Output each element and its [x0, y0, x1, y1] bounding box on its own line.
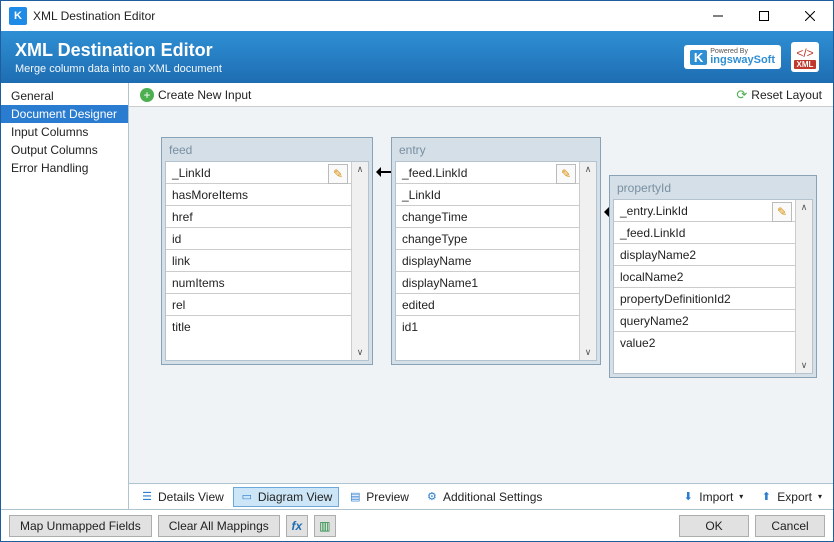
preview-icon: ▤ [348, 490, 362, 504]
scrollbar[interactable]: ∧∨ [795, 200, 812, 373]
scroll-up-icon[interactable]: ∧ [355, 162, 366, 177]
diagram-icon: ▭ [240, 490, 254, 504]
sidebar-item-error-handling[interactable]: Error Handling [1, 159, 128, 177]
additional-settings-button[interactable]: ⚙Additional Settings [418, 487, 549, 507]
export-button[interactable]: ⬆Export▾ [752, 487, 829, 507]
diagram-canvas[interactable]: feed ✎ _LinkId hasMoreItems href id link… [129, 107, 833, 483]
import-button[interactable]: ⬇Import▾ [674, 487, 750, 507]
field-row[interactable]: title [166, 316, 351, 338]
field-row[interactable]: hasMoreItems [166, 184, 351, 206]
clear-all-mappings-button[interactable]: Clear All Mappings [158, 515, 280, 537]
gear-icon: ⚙ [425, 490, 439, 504]
map-unmapped-fields-button[interactable]: Map Unmapped Fields [9, 515, 152, 537]
title-bar: K XML Destination Editor [1, 1, 833, 31]
create-new-input-button[interactable]: + Create New Input [133, 85, 258, 105]
field-row[interactable]: _feed.LinkId [396, 162, 579, 184]
columns-icon: ▥ [319, 519, 330, 533]
xml-icon: </> XML [791, 42, 819, 72]
field-row[interactable]: queryName2 [614, 310, 795, 332]
field-row[interactable]: numItems [166, 272, 351, 294]
field-row[interactable]: href [166, 206, 351, 228]
field-row[interactable]: id1 [396, 316, 579, 338]
content-toolbar: + Create New Input ⟳ Reset Layout [129, 83, 833, 107]
header-banner: XML Destination Editor Merge column data… [1, 31, 833, 83]
sidebar-item-general[interactable]: General [1, 87, 128, 105]
node-propertyid[interactable]: propertyId ✎ _entry.LinkId _feed.LinkId … [609, 175, 817, 378]
columns-tool-button[interactable]: ▥ [314, 515, 336, 537]
banner-subtitle: Merge column data into an XML document [15, 63, 684, 75]
window-title: XML Destination Editor [33, 9, 695, 23]
sidebar: General Document Designer Input Columns … [1, 83, 129, 509]
edit-node-button[interactable]: ✎ [328, 164, 348, 184]
ok-button[interactable]: OK [679, 515, 749, 537]
field-row[interactable]: value2 [614, 332, 795, 354]
banner-title: XML Destination Editor [15, 40, 684, 61]
export-icon: ⬆ [759, 490, 773, 504]
list-icon: ☰ [140, 490, 154, 504]
field-row[interactable]: changeTime [396, 206, 579, 228]
field-row[interactable]: displayName1 [396, 272, 579, 294]
field-row[interactable]: _LinkId [166, 162, 351, 184]
field-row[interactable]: _entry.LinkId [614, 200, 795, 222]
sidebar-item-input-columns[interactable]: Input Columns [1, 123, 128, 141]
field-row[interactable]: changeType [396, 228, 579, 250]
fx-icon: fx [291, 519, 302, 533]
bottom-bar: Map Unmapped Fields Clear All Mappings f… [1, 509, 833, 541]
minimize-button[interactable] [695, 1, 741, 31]
reset-layout-button[interactable]: ⟳ Reset Layout [729, 84, 829, 106]
node-entry[interactable]: entry ✎ _feed.LinkId _LinkId changeTime … [391, 137, 601, 365]
scrollbar[interactable]: ∧∨ [579, 162, 596, 360]
preview-button[interactable]: ▤Preview [341, 487, 416, 507]
brand-badge: K Powered ByingswaySoft [684, 45, 781, 69]
field-row[interactable]: _feed.LinkId [614, 222, 795, 244]
scroll-down-icon[interactable]: ∨ [799, 358, 810, 373]
fx-button[interactable]: fx [286, 515, 308, 537]
edit-node-button[interactable]: ✎ [772, 202, 792, 222]
pencil-icon: ✎ [561, 167, 571, 181]
field-row[interactable]: displayName [396, 250, 579, 272]
view-toolbar: ☰Details View ▭Diagram View ▤Preview ⚙Ad… [129, 483, 833, 509]
sidebar-item-document-designer[interactable]: Document Designer [1, 105, 128, 123]
pencil-icon: ✎ [777, 205, 787, 219]
scroll-down-icon[interactable]: ∨ [583, 345, 594, 360]
field-row[interactable]: propertyDefinitionId2 [614, 288, 795, 310]
chevron-down-icon: ▾ [818, 492, 822, 501]
close-button[interactable] [787, 1, 833, 31]
pencil-icon: ✎ [333, 167, 343, 181]
maximize-button[interactable] [741, 1, 787, 31]
scroll-up-icon[interactable]: ∧ [799, 200, 810, 215]
diagram-view-button[interactable]: ▭Diagram View [233, 487, 339, 507]
chevron-down-icon: ▾ [739, 492, 743, 501]
field-row[interactable]: link [166, 250, 351, 272]
node-title: propertyId [613, 179, 813, 199]
cancel-button[interactable]: Cancel [755, 515, 825, 537]
import-icon: ⬇ [681, 490, 695, 504]
field-row[interactable]: edited [396, 294, 579, 316]
field-row[interactable]: localName2 [614, 266, 795, 288]
sidebar-item-output-columns[interactable]: Output Columns [1, 141, 128, 159]
scroll-up-icon[interactable]: ∧ [583, 162, 594, 177]
details-view-button[interactable]: ☰Details View [133, 487, 231, 507]
add-icon: + [140, 88, 154, 102]
edit-node-button[interactable]: ✎ [556, 164, 576, 184]
app-logo: K [9, 7, 27, 25]
node-feed[interactable]: feed ✎ _LinkId hasMoreItems href id link… [161, 137, 373, 365]
field-row[interactable]: displayName2 [614, 244, 795, 266]
field-row[interactable]: rel [166, 294, 351, 316]
node-title: entry [395, 141, 597, 161]
scroll-down-icon[interactable]: ∨ [355, 345, 366, 360]
field-row[interactable]: id [166, 228, 351, 250]
refresh-icon: ⟳ [736, 87, 747, 103]
node-title: feed [165, 141, 369, 161]
scrollbar[interactable]: ∧∨ [351, 162, 368, 360]
field-row[interactable]: _LinkId [396, 184, 579, 206]
